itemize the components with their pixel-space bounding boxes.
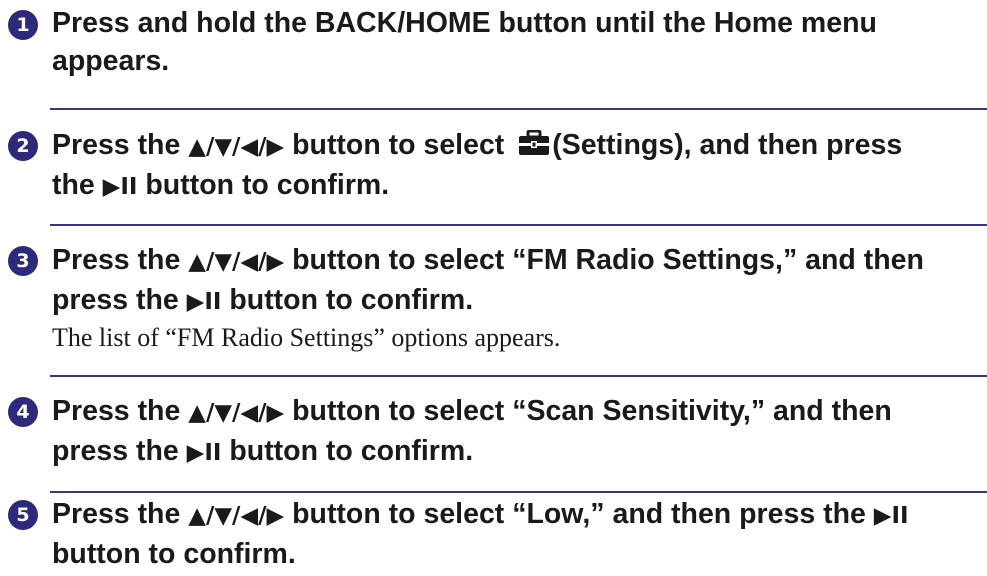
instruction-line: Press and hold the BACK/HOME button unti… — [52, 7, 877, 39]
instruction-text: press the — [52, 284, 187, 316]
instruction-text: press the — [52, 435, 187, 467]
step-2: 2 Press the ▲/▼/◀/▶ button to select (Se… — [0, 126, 987, 206]
step-number-badge: 1 — [8, 10, 38, 40]
step-divider — [50, 224, 987, 226]
step-4: 4 Press the ▲/▼/◀/▶ button to select “Sc… — [0, 392, 987, 472]
direction-buttons-glyph: ▲/▼/◀/▶ — [188, 134, 285, 160]
step-instruction: Press the ▲/▼/◀/▶ button to select “Low,… — [52, 495, 973, 573]
step-instruction: Press the ▲/▼/◀/▶ button to select (Sett… — [52, 126, 973, 206]
instruction-text: button to select “FM Radio Settings,” an… — [284, 244, 924, 276]
step-number-badge: 5 — [8, 500, 38, 530]
instruction-text: button to confirm. — [221, 284, 474, 316]
step-number-badge: 4 — [8, 397, 38, 427]
step-divider — [50, 491, 987, 493]
instruction-text: Press the — [52, 129, 189, 161]
step-divider — [50, 108, 987, 110]
play-pause-button-glyph: ▶II — [873, 503, 909, 529]
step-1: 1 Press and hold the BACK/HOME button un… — [0, 4, 987, 80]
instruction-text: button to select “Scan Sensitivity,” and… — [284, 395, 892, 427]
step-number-badge: 2 — [8, 131, 38, 161]
play-pause-button-glyph: ▶II — [186, 289, 222, 315]
step-instruction: Press the ▲/▼/◀/▶ button to select “FM R… — [52, 241, 973, 321]
step-instruction: Press and hold the BACK/HOME button unti… — [52, 4, 973, 80]
direction-buttons-glyph: ▲/▼/◀/▶ — [188, 503, 285, 529]
instruction-line: appears. — [52, 45, 170, 77]
direction-buttons-glyph: ▲/▼/◀/▶ — [188, 400, 285, 426]
step-result-note: The list of “FM Radio Settings” options … — [52, 323, 561, 352]
step-divider — [50, 375, 987, 377]
instruction-text: button to confirm. — [137, 169, 390, 201]
play-pause-button-glyph: ▶II — [102, 174, 138, 200]
settings-toolbox-icon — [518, 128, 550, 166]
instruction-text: button to select — [284, 129, 513, 161]
step-5: 5 Press the ▲/▼/◀/▶ button to select “Lo… — [0, 495, 987, 573]
instruction-text: button to confirm. — [52, 538, 296, 570]
direction-buttons-glyph: ▲/▼/◀/▶ — [188, 249, 285, 275]
step-3: 3 Press the ▲/▼/◀/▶ button to select “FM… — [0, 241, 987, 355]
play-pause-button-glyph: ▶II — [186, 440, 222, 466]
instruction-text: Press the — [52, 395, 189, 427]
instruction-text: the — [52, 169, 103, 201]
instruction-text: Press the — [52, 498, 189, 530]
step-instruction: Press the ▲/▼/◀/▶ button to select “Scan… — [52, 392, 973, 472]
step-number-badge: 3 — [8, 246, 38, 276]
instruction-text: (Settings), and then press — [552, 129, 903, 161]
instruction-text: button to confirm. — [221, 435, 474, 467]
instruction-text: button to select “Low,” and then press t… — [284, 498, 874, 530]
instruction-text: Press the — [52, 244, 189, 276]
